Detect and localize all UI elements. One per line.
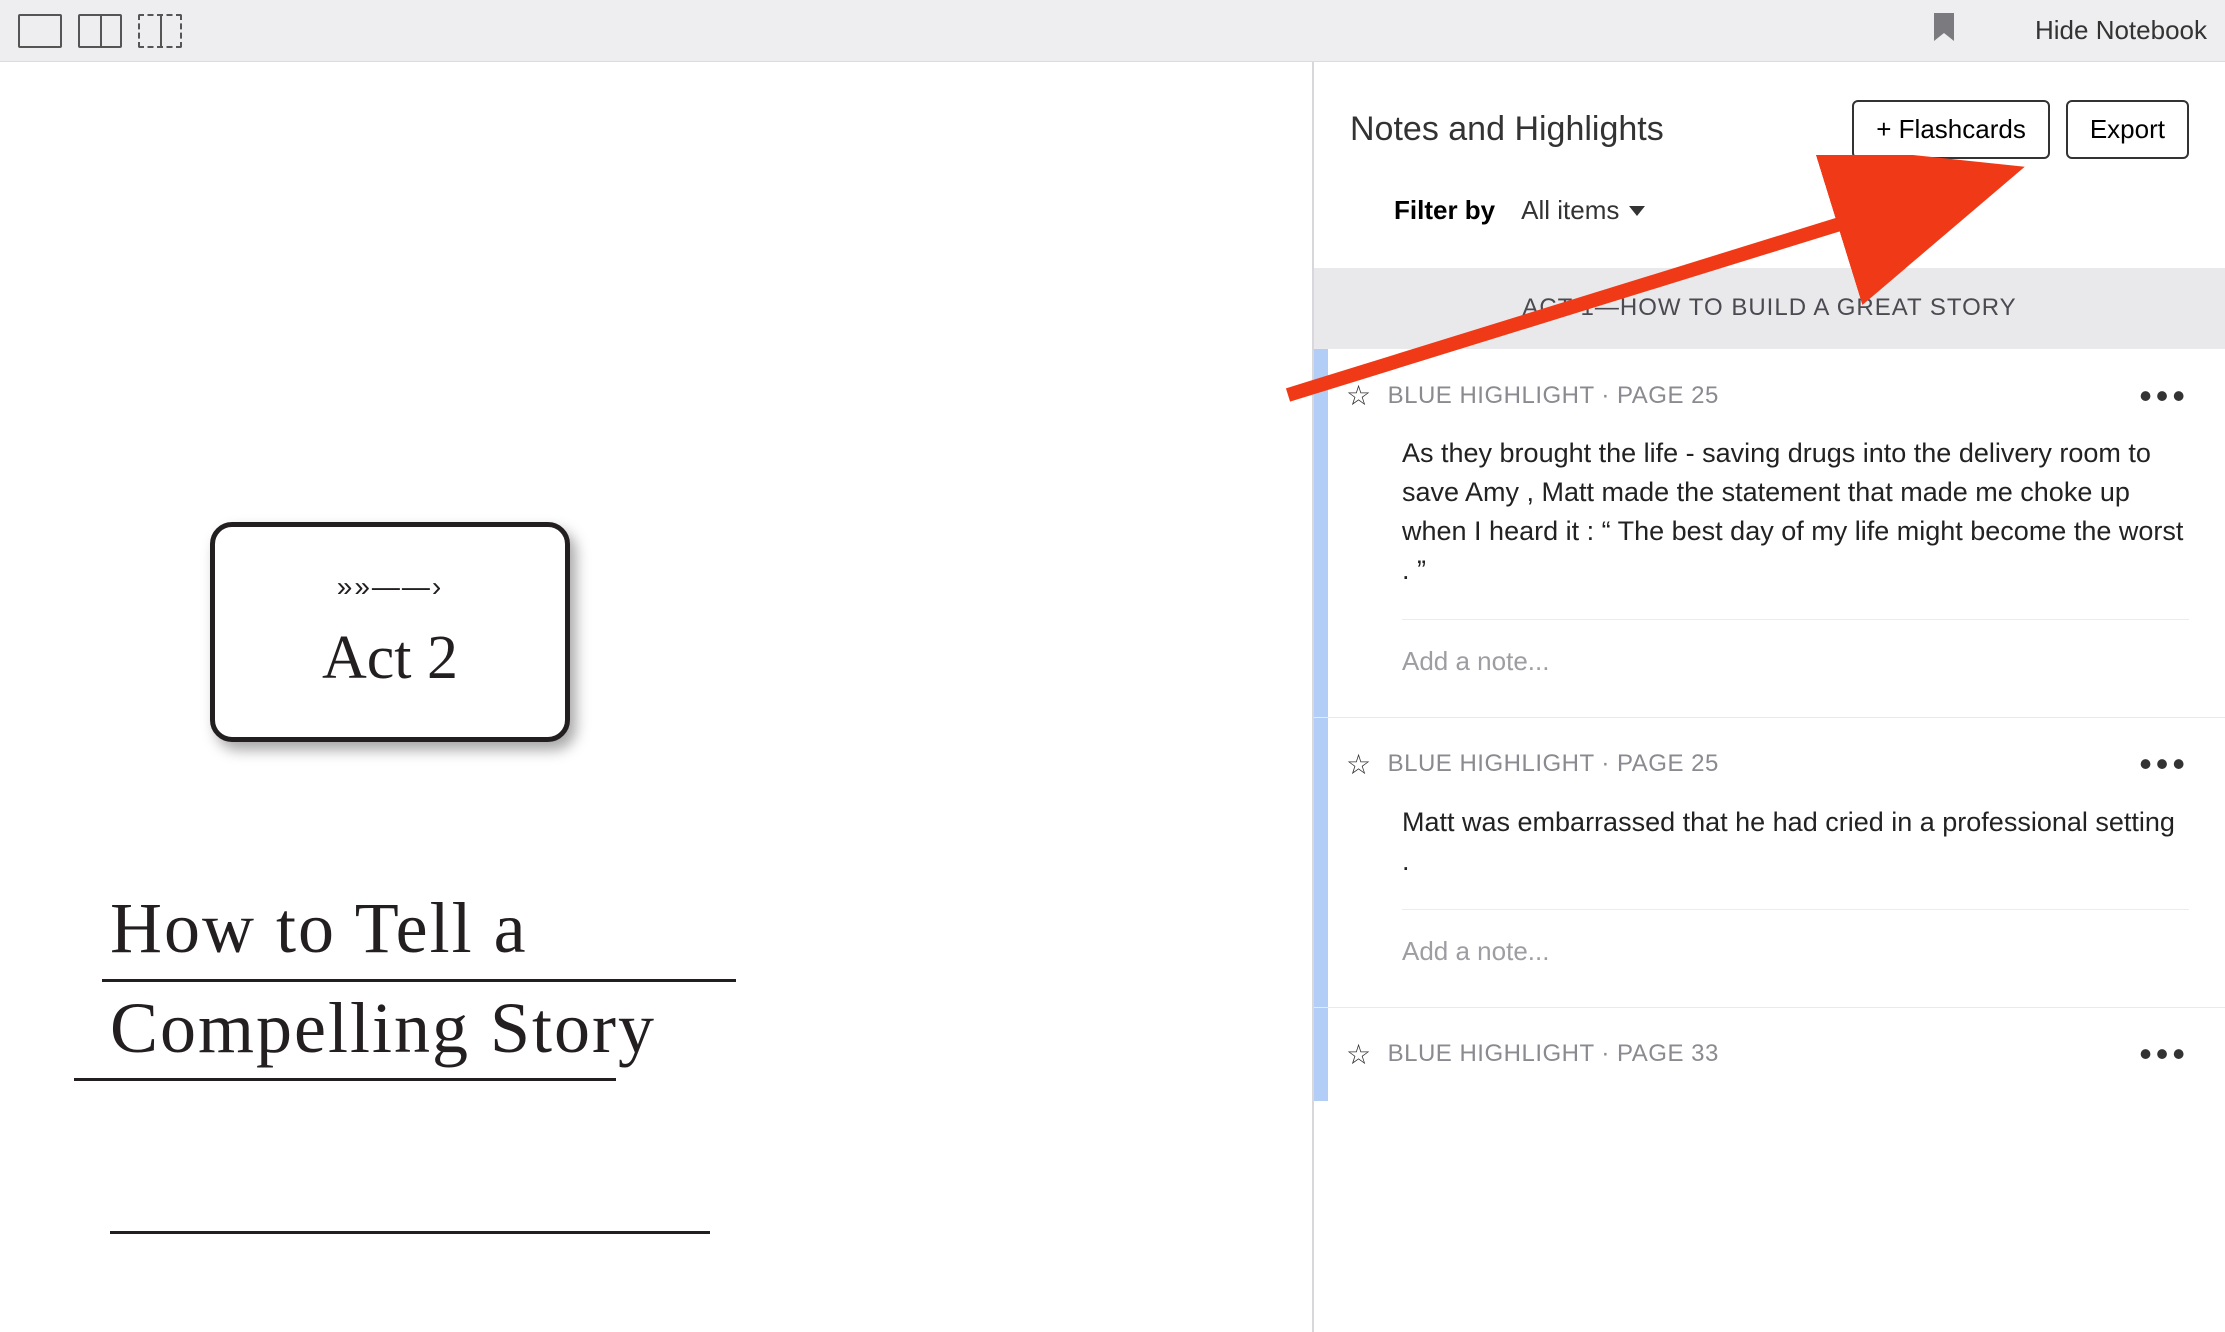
view-mode-group [18, 14, 182, 48]
highlight-text: Matt was embarrassed that he had cried i… [1346, 781, 2189, 909]
panel-header: Notes and Highlights + Flashcards Export… [1314, 62, 2225, 268]
highlight-meta: BLUE HIGHLIGHT · PAGE 33 [1388, 1040, 2124, 1068]
act-card: »»——› Act 2 [210, 522, 570, 742]
decorative-arrow-icon: »»——› [337, 571, 443, 603]
highlight-color-stripe [1314, 1008, 1328, 1101]
decorative-rule [110, 1231, 710, 1234]
highlight-item[interactable]: ☆ BLUE HIGHLIGHT · PAGE 25 ••• As they b… [1314, 348, 2225, 717]
filter-dropdown[interactable]: All items [1521, 195, 1645, 226]
add-note-input[interactable]: Add a note... [1346, 910, 2189, 977]
filter-row: Filter by All items [1350, 159, 2189, 246]
title-line-2: Compelling Story [110, 982, 656, 1082]
highlights-list: ☆ BLUE HIGHLIGHT · PAGE 25 ••• As they b… [1314, 348, 2225, 1332]
bookmark-icon[interactable] [1933, 12, 1955, 49]
single-page-icon[interactable] [18, 14, 62, 48]
highlight-color-stripe [1314, 718, 1328, 1007]
highlight-color-stripe [1314, 349, 1328, 717]
flashcards-button[interactable]: + Flashcards [1852, 100, 2050, 159]
top-toolbar: Hide Notebook [0, 0, 2225, 62]
highlight-text: As they brought the life - saving drugs … [1346, 412, 2189, 619]
reader-pane: »»——› Act 2 How to Tell a Compelling Sto… [0, 62, 1312, 1332]
more-icon[interactable]: ••• [2139, 758, 2189, 770]
main-area: »»——› Act 2 How to Tell a Compelling Sto… [0, 62, 2225, 1332]
section-header: ACT 1—HOW TO BUILD A GREAT STORY [1314, 268, 2225, 348]
chevron-down-icon [1629, 206, 1645, 216]
add-note-input[interactable]: Add a note... [1346, 620, 2189, 687]
notebook-panel: Notes and Highlights + Flashcards Export… [1312, 62, 2225, 1332]
book-title: How to Tell a Compelling Story [110, 882, 656, 1081]
filter-label: Filter by [1394, 195, 1495, 226]
export-button[interactable]: Export [2066, 100, 2189, 159]
fit-page-icon[interactable] [138, 14, 182, 48]
star-icon[interactable]: ☆ [1346, 379, 1372, 412]
more-icon[interactable]: ••• [2139, 390, 2189, 402]
highlight-item[interactable]: ☆ BLUE HIGHLIGHT · PAGE 25 ••• Matt was … [1314, 717, 2225, 1007]
title-line-1: How to Tell a [110, 882, 656, 982]
star-icon[interactable]: ☆ [1346, 1038, 1372, 1071]
act-label: Act 2 [322, 623, 458, 694]
highlight-item[interactable]: ☆ BLUE HIGHLIGHT · PAGE 33 ••• [1314, 1007, 2225, 1101]
more-icon[interactable]: ••• [2139, 1048, 2189, 1060]
two-page-icon[interactable] [78, 14, 122, 48]
hide-notebook-button[interactable]: Hide Notebook [2035, 15, 2207, 46]
highlight-meta: BLUE HIGHLIGHT · PAGE 25 [1388, 750, 2124, 778]
highlight-meta: BLUE HIGHLIGHT · PAGE 25 [1388, 382, 2124, 410]
panel-title: Notes and Highlights [1350, 110, 1664, 149]
star-icon[interactable]: ☆ [1346, 748, 1372, 781]
filter-value-text: All items [1521, 195, 1619, 226]
